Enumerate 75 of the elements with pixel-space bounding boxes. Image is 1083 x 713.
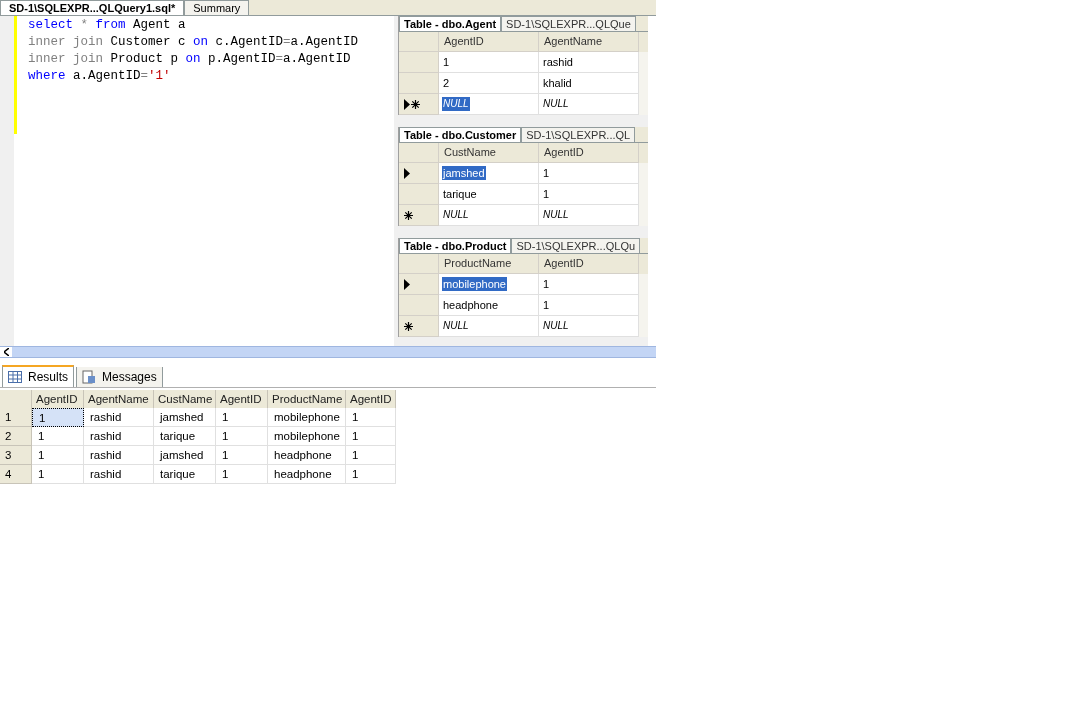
horizontal-scrollbar[interactable] xyxy=(0,346,656,358)
column-header: AgentID xyxy=(216,390,268,408)
code-editor[interactable]: select * from Agent a inner join Customer c on c.AgentID=a.AgentID inner join Product p on p.AgentID=a.AgentID where a.AgentID='1' xyxy=(17,16,394,346)
table-cell: 1 xyxy=(346,446,396,465)
row-header[interactable] xyxy=(399,316,439,337)
code-line: where a.AgentID='1' xyxy=(28,68,172,85)
cell-highlight: 1 xyxy=(442,55,451,69)
cell-highlight: mobilephone xyxy=(442,277,507,291)
row-number: 4 xyxy=(0,465,32,484)
document-tab[interactable]: Table - dbo.Agent xyxy=(399,16,502,31)
cell-highlight: NULL xyxy=(542,97,570,111)
table-cell: jamshed xyxy=(154,446,216,465)
table-cell: 1 xyxy=(32,408,84,427)
row-header[interactable] xyxy=(399,205,439,226)
cell-highlight: 2 xyxy=(442,76,451,90)
cell-highlight: NULL xyxy=(442,319,470,333)
result-tab[interactable]: Results xyxy=(2,365,74,387)
table-cell: 1 xyxy=(216,446,268,465)
cell-highlight: 1 xyxy=(542,298,551,312)
cell-highlight: NULL xyxy=(542,319,570,333)
cell-highlight: NULL xyxy=(442,97,470,111)
table-cell: rashid xyxy=(84,408,154,427)
row-header[interactable] xyxy=(399,163,439,184)
code-line: select * from Agent a xyxy=(28,17,187,34)
table-cell: 1 xyxy=(216,465,268,484)
table-cell: 1 xyxy=(32,465,84,484)
cell-highlight: NULL xyxy=(442,208,470,222)
grid-icon xyxy=(8,371,22,383)
table-cell: 1 xyxy=(32,427,84,446)
code-line: inner join Product p on p.AgentID=a.AgentID xyxy=(28,51,352,68)
table-cell: rashid xyxy=(84,465,154,484)
row-number: 2 xyxy=(0,427,32,446)
column-header: CustName xyxy=(154,390,216,408)
row-header[interactable] xyxy=(399,94,439,115)
cell-highlight: khalid xyxy=(542,76,573,90)
document-tab[interactable]: Table - dbo.Customer xyxy=(399,127,522,142)
table-cell: 1 xyxy=(216,427,268,446)
table-cell: mobilephone xyxy=(268,408,346,427)
cell-highlight: 1 xyxy=(542,277,551,291)
table-cell: rashid xyxy=(84,427,154,446)
column-header: ProductName xyxy=(268,390,346,408)
result-tab[interactable]: Messages xyxy=(76,367,163,387)
code-line: inner join Customer c on c.AgentID=a.AgentID xyxy=(28,34,360,51)
row-number: 3 xyxy=(0,446,32,465)
scroll-left-icon[interactable] xyxy=(3,348,9,356)
cell-highlight: headphone xyxy=(442,298,500,312)
column-header: AgentID xyxy=(346,390,396,408)
document-tab[interactable]: Table - dbo.Product xyxy=(399,238,512,253)
document-tab[interactable]: SD-1\SQLEXPR...QLQuery1.sql* xyxy=(0,0,185,15)
table-cell: 1 xyxy=(346,465,396,484)
document-icon xyxy=(82,370,96,384)
cell-highlight: 1 xyxy=(542,187,551,201)
cell-highlight: tarique xyxy=(442,187,478,201)
cell-highlight: jamshed xyxy=(442,166,486,180)
table-cell: headphone xyxy=(268,465,346,484)
table-cell: 1 xyxy=(32,446,84,465)
row-header[interactable] xyxy=(399,274,439,295)
cell-highlight: NULL xyxy=(542,208,570,222)
table-cell: 1 xyxy=(216,408,268,427)
table-cell: tarique xyxy=(154,427,216,446)
row-number: 1 xyxy=(0,408,32,427)
column-header: AgentName xyxy=(84,390,154,408)
table-cell: jamshed xyxy=(154,408,216,427)
document-tab[interactable]: SD-1\SQLEXPR...QL xyxy=(521,127,636,142)
document-tab[interactable]: SD-1\SQLEXPR...QLQue xyxy=(501,16,636,31)
table-cell: rashid xyxy=(84,446,154,465)
table-cell: headphone xyxy=(268,446,346,465)
document-tab[interactable]: SD-1\SQLEXPR...QLQu xyxy=(511,238,641,253)
cell-highlight: rashid xyxy=(542,55,574,69)
document-tab[interactable]: Summary xyxy=(184,0,250,15)
table-cell: 1 xyxy=(346,408,396,427)
table-cell: tarique xyxy=(154,465,216,484)
cell-highlight: 1 xyxy=(542,166,551,180)
table-cell: 1 xyxy=(346,427,396,446)
table-cell: mobilephone xyxy=(268,427,346,446)
